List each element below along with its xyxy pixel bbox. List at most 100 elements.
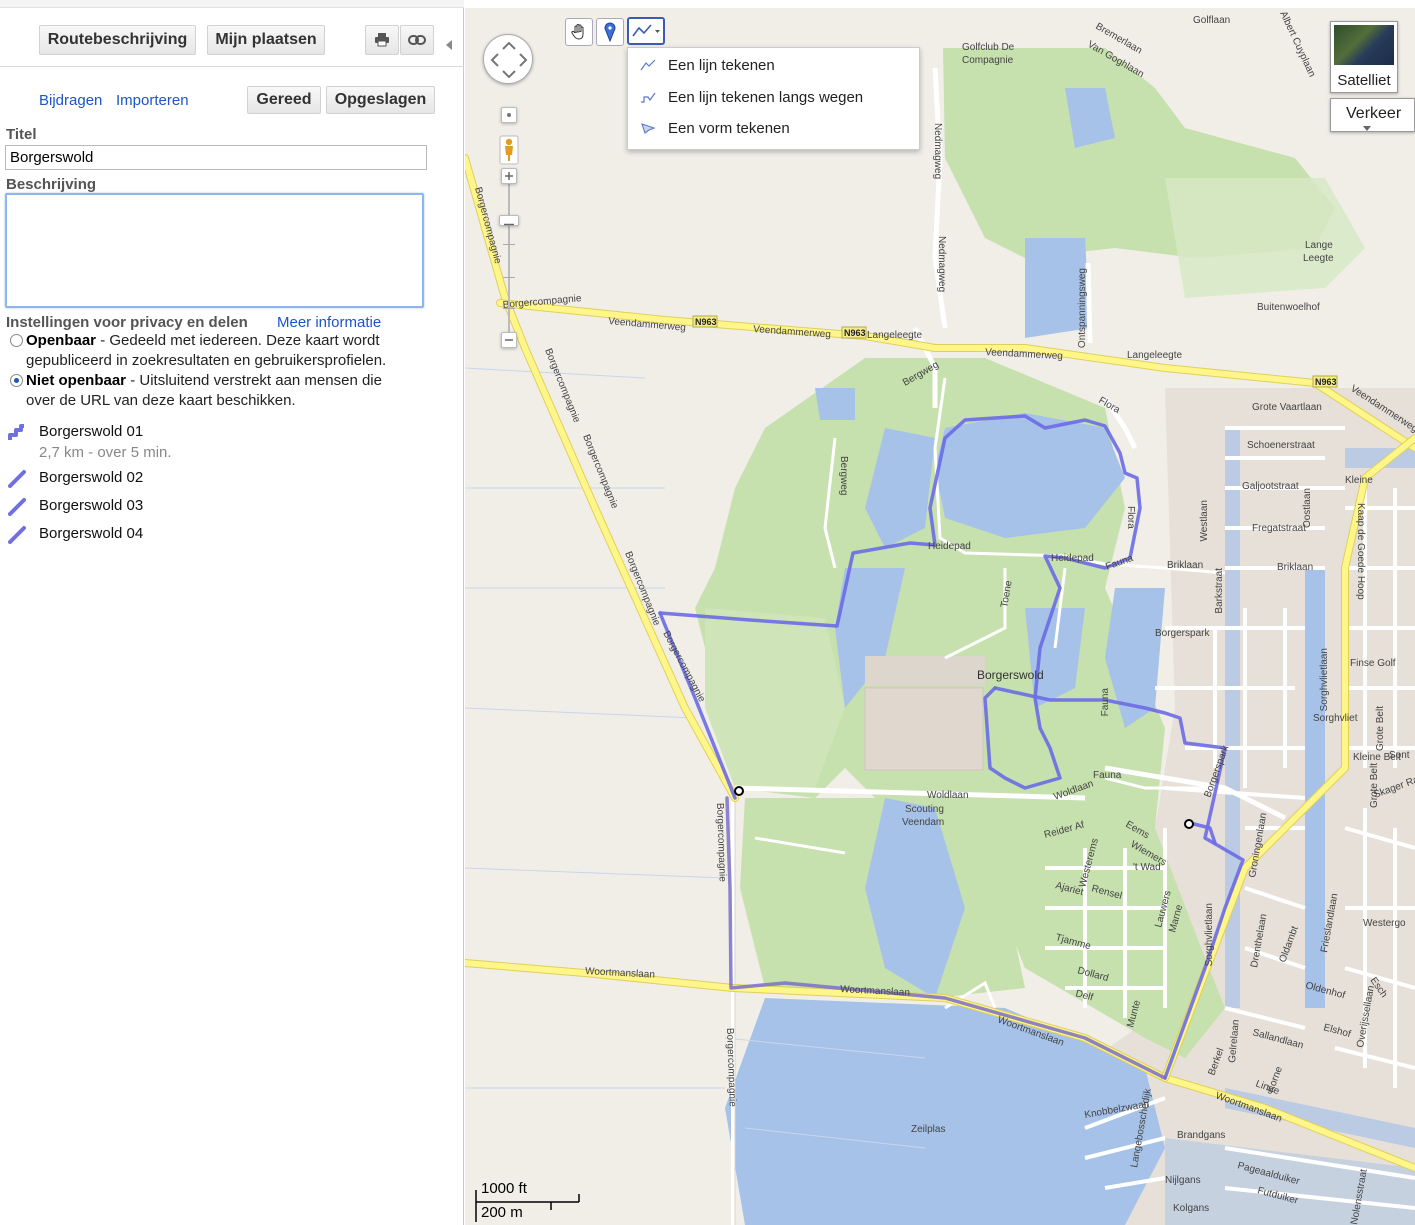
map-label: Langeleegte — [867, 330, 922, 341]
map-label: Woldlaan — [927, 790, 969, 801]
scale-bar: 1000 ft 200 m — [475, 1180, 585, 1224]
route-vertex — [734, 786, 744, 796]
pegman-icon[interactable] — [499, 135, 519, 165]
plus-icon — [505, 172, 513, 180]
map-label: Schoenerstraat — [1247, 440, 1315, 451]
map-label: Golflaan — [1193, 15, 1230, 26]
zoom-track[interactable] — [508, 168, 510, 348]
directions-button[interactable]: Routebeschrijving — [39, 25, 196, 55]
saved-button[interactable]: Opgeslagen — [326, 86, 435, 114]
route-vertex — [1184, 819, 1194, 829]
zoom-in-button[interactable] — [501, 168, 517, 184]
dot-icon — [507, 113, 511, 117]
pan-arrows-icon[interactable] — [484, 35, 534, 85]
map-label: Nijlgans — [1165, 1175, 1201, 1186]
map-label: Westlaan — [1199, 500, 1210, 542]
map-label: Leegte — [1303, 253, 1334, 264]
map-label: Sorghvliet — [1313, 713, 1358, 724]
map-label: Barkstraat — [1214, 568, 1225, 614]
road-shield: N963 — [844, 328, 866, 338]
satellite-label: Satelliet — [1337, 72, 1391, 89]
map-label: Veendam — [902, 817, 944, 828]
map-label: Galjootstraat — [1242, 481, 1299, 492]
done-button[interactable]: Gereed — [247, 86, 321, 114]
link-button[interactable] — [400, 25, 434, 55]
private-radio[interactable] — [10, 374, 23, 387]
line-icon — [8, 498, 26, 516]
map-label: Grote Vaartlaan — [1252, 402, 1322, 413]
map-label: Ontspanningsweg — [1077, 268, 1088, 348]
import-link[interactable]: Importeren — [116, 92, 189, 109]
map-label: Nedmagweg — [936, 236, 947, 292]
title-input[interactable]: Borgerswold — [5, 145, 427, 170]
list-item-name[interactable]: Borgerswold 04 — [39, 525, 143, 542]
minus-icon — [505, 339, 513, 341]
map-label: Flora — [1125, 506, 1136, 529]
zoom-out-button[interactable] — [501, 332, 517, 348]
print-button[interactable] — [365, 25, 399, 55]
privacy-heading: Instellingen voor privacy en delen — [6, 314, 248, 331]
public-radio[interactable] — [10, 334, 23, 347]
map-canvas[interactable]: N963 N963 N963 Golfclub De Compagnie Gol… — [465, 8, 1415, 1225]
zoom-tick — [503, 244, 515, 245]
map-tiles[interactable]: N963 N963 N963 Golfclub De Compagnie Gol… — [465, 8, 1415, 1225]
contribute-link[interactable]: Bijdragen — [39, 92, 102, 109]
map-label: Langeleegte — [1127, 350, 1182, 361]
road-shield: N963 — [695, 317, 717, 327]
divider — [0, 66, 464, 67]
satellite-button[interactable]: Satelliet — [1330, 21, 1398, 93]
line-tool-button[interactable] — [627, 17, 665, 45]
more-info-link[interactable]: Meer informatie — [277, 314, 381, 331]
list-item-name[interactable]: Borgerswold 02 — [39, 469, 143, 486]
map-label: Fauna — [1100, 688, 1111, 717]
center-dot-button[interactable] — [501, 107, 517, 123]
public-desc-1: - Gedeeld met iedereen. Deze kaart wordt — [96, 332, 380, 349]
map-label: Finse Golf — [1350, 658, 1396, 669]
zoom-tick — [503, 308, 515, 309]
list-item-name[interactable]: Borgerswold 01 — [39, 423, 143, 440]
public-option: Openbaar - Gedeeld met iedereen. Deze ka… — [26, 331, 426, 371]
map-label: Kolgans — [1173, 1203, 1209, 1214]
menu-item-label: Een vorm tekenen — [668, 119, 790, 137]
private-desc-2: over de URL van deze kaart beschikken. — [26, 392, 296, 409]
map-label: Westergo — [1363, 918, 1406, 929]
menu-item-draw-line-roads[interactable]: Een lijn tekenen langs wegen — [628, 82, 919, 112]
line-icon — [8, 470, 26, 488]
link-icon — [408, 35, 426, 45]
map-label: Heidepad — [928, 541, 971, 552]
map-label: Sorghvlietlaan — [1319, 648, 1330, 711]
menu-item-label: Een lijn tekenen langs wegen — [668, 88, 864, 106]
public-desc-2: gepubliceerd in zoekresultaten en gebrui… — [26, 352, 387, 369]
hand-icon — [571, 23, 584, 40]
map-label: Sorghvlietlaan — [1204, 903, 1215, 966]
map-label: Buitenwoelhof — [1257, 302, 1320, 313]
marker-tool-button[interactable] — [596, 18, 624, 46]
private-option: Niet openbaar - Uitsluitend verstrekt aa… — [26, 371, 426, 411]
zoom-tick — [503, 277, 515, 278]
list-item-name[interactable]: Borgerswold 03 — [39, 497, 143, 514]
traffic-button[interactable]: Verkeer — [1330, 98, 1415, 132]
pan-control[interactable] — [483, 34, 533, 84]
traffic-label: Verkeer — [1346, 105, 1402, 122]
map-label: Fregatstraat — [1252, 523, 1306, 534]
menu-item-label: Een lijn tekenen — [668, 56, 775, 74]
private-title: Niet openbaar — [26, 372, 127, 389]
print-icon — [375, 33, 389, 47]
polyline-icon — [632, 24, 660, 37]
my-places-button[interactable]: Mijn plaatsen — [207, 25, 325, 55]
map-label: 't Wad — [1133, 862, 1161, 873]
map-label: Brandgans — [1177, 1130, 1225, 1141]
top-strip — [0, 0, 464, 8]
zoom-slider-handle[interactable] — [499, 215, 519, 226]
collapse-panel-icon[interactable] — [445, 37, 453, 54]
private-desc-1: - Uitsluitend verstrekt aan mensen die — [126, 372, 382, 389]
map-label: Grote Belt — [1375, 706, 1386, 751]
shape-icon — [641, 123, 656, 134]
map-label: Zeilplas — [911, 1124, 945, 1135]
map-label: Kleine Belt — [1353, 752, 1401, 763]
menu-item-draw-line[interactable]: Een lijn tekenen — [628, 50, 919, 80]
menu-item-draw-shape[interactable]: Een vorm tekenen — [628, 113, 919, 143]
description-textarea[interactable] — [5, 193, 424, 308]
hand-tool-button[interactable] — [565, 18, 593, 46]
map-label: Heidepad — [1051, 553, 1094, 564]
